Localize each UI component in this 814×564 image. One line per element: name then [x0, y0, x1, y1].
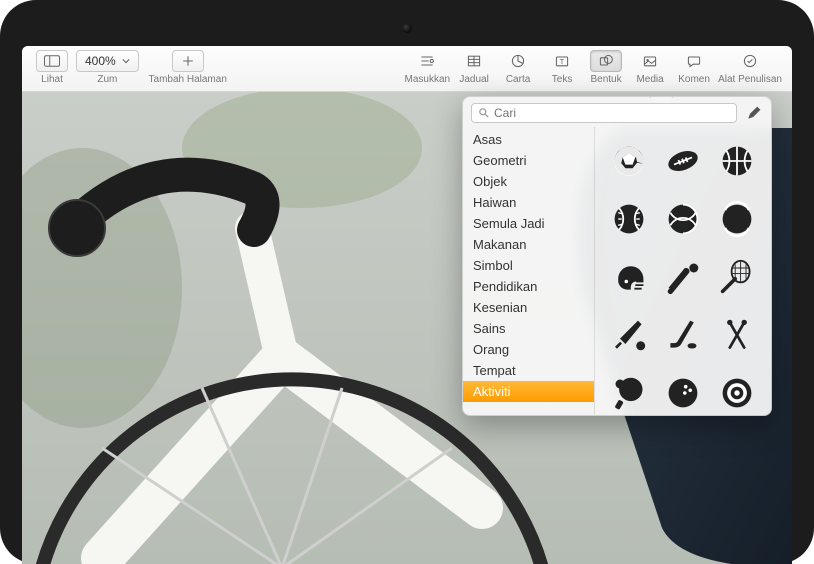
- soccer-ball-icon: [611, 143, 647, 179]
- comment-button[interactable]: Komen: [674, 50, 714, 85]
- shape-category-item[interactable]: Semula Jadi: [463, 213, 594, 234]
- shape-volleyball[interactable]: [659, 193, 707, 245]
- basketball-icon: [719, 143, 755, 179]
- shapes-search-field[interactable]: [471, 103, 737, 123]
- football-helmet-icon: [611, 259, 647, 295]
- shape-category-item[interactable]: Makanan: [463, 234, 594, 255]
- shape-category-item[interactable]: Pendidikan: [463, 276, 594, 297]
- american-football-icon: [665, 143, 701, 179]
- zoom-dropdown[interactable]: 400% Zum: [76, 50, 139, 85]
- bowling-ball-icon: [665, 375, 701, 411]
- text-icon: T: [553, 53, 571, 69]
- comment-label: Komen: [678, 74, 710, 85]
- shape-ski-poles[interactable]: [713, 309, 761, 361]
- authoring-label: Alat Penulisan: [718, 74, 782, 85]
- view-button[interactable]: Lihat: [32, 50, 72, 85]
- shape-cricket-bat[interactable]: [605, 309, 653, 361]
- shape-soccer-ball[interactable]: [605, 135, 653, 187]
- chart-label: Carta: [506, 74, 530, 85]
- shape-category-item[interactable]: Haiwan: [463, 192, 594, 213]
- shape-grid: [595, 127, 771, 415]
- tennis-ball-icon: [719, 201, 755, 237]
- ping-pong-icon: [611, 375, 647, 411]
- text-label: Teks: [552, 74, 573, 85]
- dartboard-icon: [719, 375, 755, 411]
- cricket-bat-icon: [611, 317, 647, 353]
- shape-baseball-bat[interactable]: [659, 251, 707, 303]
- shape-tennis-ball[interactable]: [713, 193, 761, 245]
- shape-bowling-ball[interactable]: [659, 367, 707, 415]
- zoom-value: 400%: [85, 54, 116, 68]
- media-label: Media: [636, 74, 663, 85]
- authoring-button[interactable]: Alat Penulisan: [718, 50, 782, 85]
- media-icon: [641, 53, 659, 69]
- zoom-label: Zum: [97, 74, 117, 85]
- sidebar-icon: [43, 53, 61, 69]
- plus-icon: [179, 53, 197, 69]
- camera-dot: [402, 23, 412, 33]
- media-button[interactable]: Media: [630, 50, 670, 85]
- device-bezel: Lihat 400% Zum Tambah Halaman: [0, 0, 814, 564]
- insert-label: Masukkan: [404, 74, 450, 85]
- table-button[interactable]: Jadual: [454, 50, 494, 85]
- add-page-button[interactable]: Tambah Halaman: [143, 50, 233, 85]
- add-page-label: Tambah Halaman: [149, 74, 227, 85]
- baseball-bat-icon: [665, 259, 701, 295]
- pen-icon: [746, 105, 762, 121]
- table-label: Jadual: [459, 74, 488, 85]
- shape-button[interactable]: Bentuk: [586, 50, 626, 85]
- shape-category-item[interactable]: Objek: [463, 171, 594, 192]
- toolbar: Lihat 400% Zum Tambah Halaman: [22, 46, 792, 92]
- table-icon: [465, 53, 483, 69]
- text-button[interactable]: T Teks: [542, 50, 582, 85]
- shapes-popover: AsasGeometriObjekHaiwanSemula JadiMakana…: [462, 96, 772, 416]
- shape-tennis-racket[interactable]: [713, 251, 761, 303]
- view-label: Lihat: [41, 74, 63, 85]
- authoring-icon: [741, 53, 759, 69]
- draw-shape-button[interactable]: [745, 104, 763, 122]
- shape-baseball[interactable]: [605, 193, 653, 245]
- screen: Lihat 400% Zum Tambah Halaman: [22, 46, 792, 564]
- shape-category-item[interactable]: Kesenian: [463, 297, 594, 318]
- shape-hockey-stick[interactable]: [659, 309, 707, 361]
- shape-category-item[interactable]: Geometri: [463, 150, 594, 171]
- shape-category-list: AsasGeometriObjekHaiwanSemula JadiMakana…: [463, 127, 595, 415]
- shapes-search-input[interactable]: [494, 106, 730, 120]
- shape-category-item[interactable]: Simbol: [463, 255, 594, 276]
- comment-icon: [685, 53, 703, 69]
- shape-basketball[interactable]: [713, 135, 761, 187]
- shape-ping-pong[interactable]: [605, 367, 653, 415]
- shape-category-item[interactable]: Tempat: [463, 360, 594, 381]
- chevron-down-icon: [122, 57, 130, 65]
- tennis-racket-icon: [719, 259, 755, 295]
- baseball-icon: [611, 201, 647, 237]
- shape-category-item[interactable]: Orang: [463, 339, 594, 360]
- search-icon: [478, 107, 490, 119]
- shape-category-item[interactable]: Asas: [463, 129, 594, 150]
- svg-text:T: T: [560, 57, 565, 66]
- volleyball-icon: [665, 201, 701, 237]
- shape-label: Bentuk: [590, 74, 621, 85]
- shape-football-helmet[interactable]: [605, 251, 653, 303]
- shape-dartboard[interactable]: [713, 367, 761, 415]
- insert-button[interactable]: Masukkan: [404, 50, 450, 85]
- shape-category-item[interactable]: Sains: [463, 318, 594, 339]
- shape-american-football[interactable]: [659, 135, 707, 187]
- chart-icon: [509, 53, 527, 69]
- shape-icon: [597, 53, 615, 69]
- hockey-stick-icon: [665, 317, 701, 353]
- shape-category-item[interactable]: Aktiviti: [463, 381, 594, 402]
- ski-poles-icon: [719, 317, 755, 353]
- insert-icon: [418, 53, 436, 69]
- chart-button[interactable]: Carta: [498, 50, 538, 85]
